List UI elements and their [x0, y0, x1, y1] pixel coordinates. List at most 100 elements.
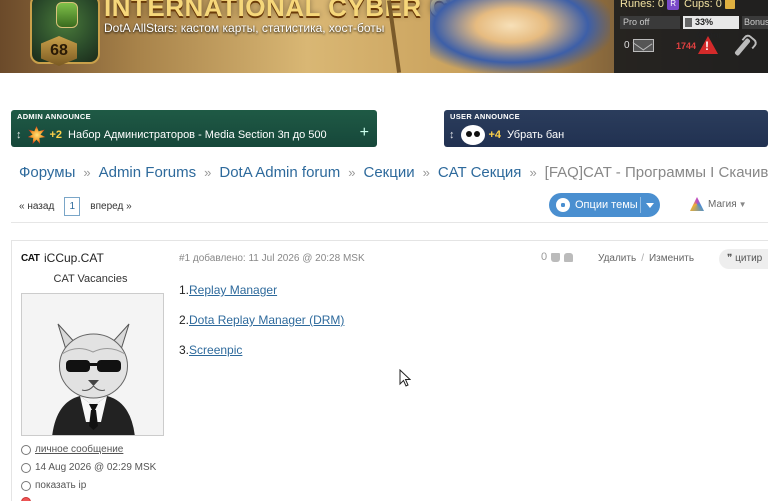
runes-label: Runes: 0 [620, 0, 665, 10]
list-item: 2.Dota Replay Manager (DRM) [179, 313, 344, 327]
delete-link[interactable]: Удалить [598, 253, 636, 264]
cups-label: Cups: 0 [684, 0, 722, 10]
status-icon [21, 497, 31, 501]
author-name[interactable]: iCCup.CAT [44, 251, 104, 265]
author-rank: CAT Vacancies [53, 273, 128, 285]
site-subtitle: DotA AllStars: кастом карты, статистика,… [104, 21, 385, 35]
list-item: 3.Screenpic [179, 343, 242, 357]
quote-icon: ❞ [727, 253, 736, 264]
site-header: 68 INTERNATIONAL CYBER CUP DotA AllStars… [0, 0, 768, 73]
chevron-down-icon [646, 203, 654, 208]
breadcrumb-separator: » [348, 164, 356, 180]
avatar[interactable] [21, 293, 164, 436]
pro-status[interactable]: Pro off [620, 16, 680, 29]
admin-announce-tag: ADMIN ANNOUNCE [17, 112, 91, 121]
profile-extra-line [21, 497, 35, 501]
chevron-down-icon: ▼ [738, 199, 747, 209]
pager-next[interactable]: вперед » [90, 201, 131, 212]
post-rating: 0 [541, 251, 574, 263]
quote-button[interactable]: ❞ цитир [719, 249, 768, 269]
message-icon [21, 444, 31, 455]
divider [11, 222, 768, 223]
list-item-number: 1. [179, 283, 190, 297]
page: 68 INTERNATIONAL CYBER CUP DotA AllStars… [0, 0, 768, 501]
thread-options-button[interactable]: Опции темы [549, 193, 660, 217]
button-divider [640, 197, 641, 213]
drag-handle-icon[interactable]: ↕ [16, 129, 22, 141]
profile-date: 14 Aug 2026 @ 02:29 MSK [35, 462, 157, 473]
author-clan-logo: CAT [21, 253, 40, 264]
pager: « назад 1 вперед » [19, 196, 132, 216]
post-meta: #1 добавлено: 11 Jul 2026 @ 20:28 MSK [179, 253, 365, 264]
messages-count: 0 [624, 40, 630, 51]
screenpic-link[interactable]: Screenpic [189, 343, 242, 357]
breadcrumb-separator: » [422, 164, 430, 180]
user-panel: Runes: 0 R Cups: 0 Pro off 33% Armor Bon… [614, 0, 768, 73]
breadcrumb-current: [FAQ]CAT - Программы I Скачива [544, 163, 768, 181]
admin-announce-row[interactable]: ↕ +2 Набор Администраторов - Media Secti… [16, 126, 327, 144]
breadcrumb-separator: » [529, 164, 537, 180]
thumbs-up-icon[interactable] [551, 252, 561, 262]
cup-icon [724, 0, 735, 10]
user-announce-count: +4 [488, 129, 502, 141]
drag-handle-icon[interactable]: ↕ [449, 129, 455, 141]
user-announce-text[interactable]: Убрать бан [507, 129, 564, 141]
runes-counter[interactable]: Runes: 0 R [620, 0, 680, 11]
profile-pm-line[interactable]: личное сообщение [21, 444, 123, 455]
magic-dropdown[interactable]: Магия ▼ [690, 197, 747, 211]
admin-announce: ADMIN ANNOUNCE ↕ +2 Набор Администраторо… [11, 110, 377, 147]
profile-date-line: 14 Aug 2026 @ 02:29 MSK [21, 462, 156, 473]
private-message-link[interactable]: личное сообщение [35, 444, 123, 455]
breadcrumb-separator: » [83, 164, 91, 180]
breadcrumb-admin-forums[interactable]: Admin Forums [99, 164, 197, 181]
drm-link[interactable]: Dota Replay Manager (DRM) [189, 313, 344, 327]
admin-announce-text[interactable]: Набор Администраторов - Media Section 3п… [68, 129, 327, 141]
list-item-number: 3. [179, 343, 190, 357]
magic-icon [690, 197, 704, 211]
clock-icon [21, 462, 31, 473]
pager-page[interactable]: 1 [64, 196, 81, 216]
show-ip-link[interactable]: показать ip [35, 480, 86, 491]
forum-post: CAT iCCup.CAT CAT Vacancies личное сообщ… [11, 240, 768, 501]
list-item: 1.Replay Manager [179, 283, 277, 297]
hero-art [430, 0, 610, 73]
burst-icon [27, 126, 46, 144]
mouse-cursor-icon [399, 369, 411, 387]
breadcrumb-cat-section[interactable]: CAT Секция [438, 164, 522, 181]
gear-icon [556, 198, 570, 212]
rating-value: 0 [541, 251, 548, 263]
profile-ip-line[interactable]: показать ip [21, 480, 86, 491]
user-announce-row[interactable]: ↕ +4 Убрать бан [449, 125, 564, 145]
thumbs-down-icon[interactable] [564, 252, 574, 262]
mail-icon[interactable] [633, 39, 654, 52]
gem-icon [56, 2, 78, 28]
post-actions: Удалить / Изменить [598, 253, 694, 264]
cat-avatar-image [22, 294, 163, 435]
magic-label: Магия [708, 198, 737, 210]
breadcrumb-dota-admin-forum[interactable]: DotA Admin forum [219, 164, 340, 181]
rune-icon: R [667, 0, 680, 11]
expand-announce-button[interactable]: + [360, 124, 369, 142]
panda-icon [460, 125, 485, 145]
user-announce-tag: USER ANNOUNCE [450, 112, 520, 121]
breadcrumb: Форумы » Admin Forums » DotA Admin forum… [19, 161, 768, 183]
site-title: INTERNATIONAL CYBER CUP [104, 0, 486, 22]
thread-options-label: Опции темы [575, 199, 638, 211]
actions-separator: / [641, 253, 644, 264]
warning-icon[interactable] [698, 36, 718, 54]
breadcrumb-forums[interactable]: Форумы [19, 164, 75, 181]
quote-label: цитир [735, 253, 763, 264]
wrench-icon[interactable] [734, 37, 751, 57]
list-item-number: 2. [179, 313, 190, 327]
admin-announce-count: +2 [49, 129, 63, 141]
alerts-count: 1744 [676, 41, 697, 51]
cups-counter[interactable]: Cups: 0 [684, 0, 735, 10]
bonus-indicator[interactable]: Bonus [742, 16, 768, 29]
pager-prev[interactable]: « назад [19, 201, 54, 212]
breadcrumb-separator: » [204, 164, 212, 180]
armor-indicator[interactable]: 33% Armor [683, 16, 739, 40]
edit-link[interactable]: Изменить [649, 253, 694, 264]
breadcrumb-sections[interactable]: Секции [363, 164, 414, 181]
replay-manager-link[interactable]: Replay Manager [189, 283, 277, 297]
ip-icon [21, 480, 31, 491]
